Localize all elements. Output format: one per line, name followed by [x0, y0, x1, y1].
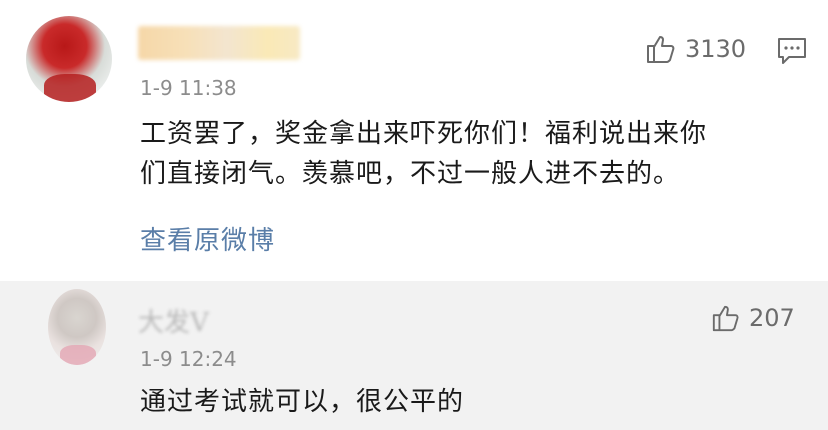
comment-text-line: 工资罢了，奖金拿出来吓死你们！福利说出来你 — [140, 119, 708, 149]
reply-username-blurred[interactable]: 大发V — [138, 292, 258, 338]
view-original-link[interactable]: 查看原微博 — [140, 220, 275, 257]
comment-text-line: 们直接闭气。羡慕吧，不过一般人进不去的。 — [140, 159, 681, 189]
avatar[interactable] — [26, 16, 112, 102]
like-count: 3130 — [685, 35, 747, 63]
reply-like-count: 207 — [749, 304, 795, 332]
reply-text: 通过考试就可以，很公平的 — [140, 387, 465, 417]
reply-avatar[interactable] — [48, 289, 106, 365]
comment-text: 工资罢了，奖金拿出来吓死你们！福利说出来你 们直接闭气。羡慕吧，不过一般人进不去… — [140, 114, 800, 194]
reply-like-button[interactable]: 207 — [711, 303, 795, 333]
comment-bubble-icon[interactable] — [777, 37, 807, 65]
comment-time: 1-9 11:38 — [140, 76, 237, 100]
username-blurred[interactable] — [138, 26, 300, 60]
reply-time: 1-9 12:24 — [140, 347, 237, 371]
reply-username: 大发V — [138, 308, 209, 338]
thumbs-up-icon — [647, 36, 675, 63]
thumbs-up-icon — [712, 305, 739, 332]
like-button[interactable]: 3130 — [645, 33, 746, 65]
